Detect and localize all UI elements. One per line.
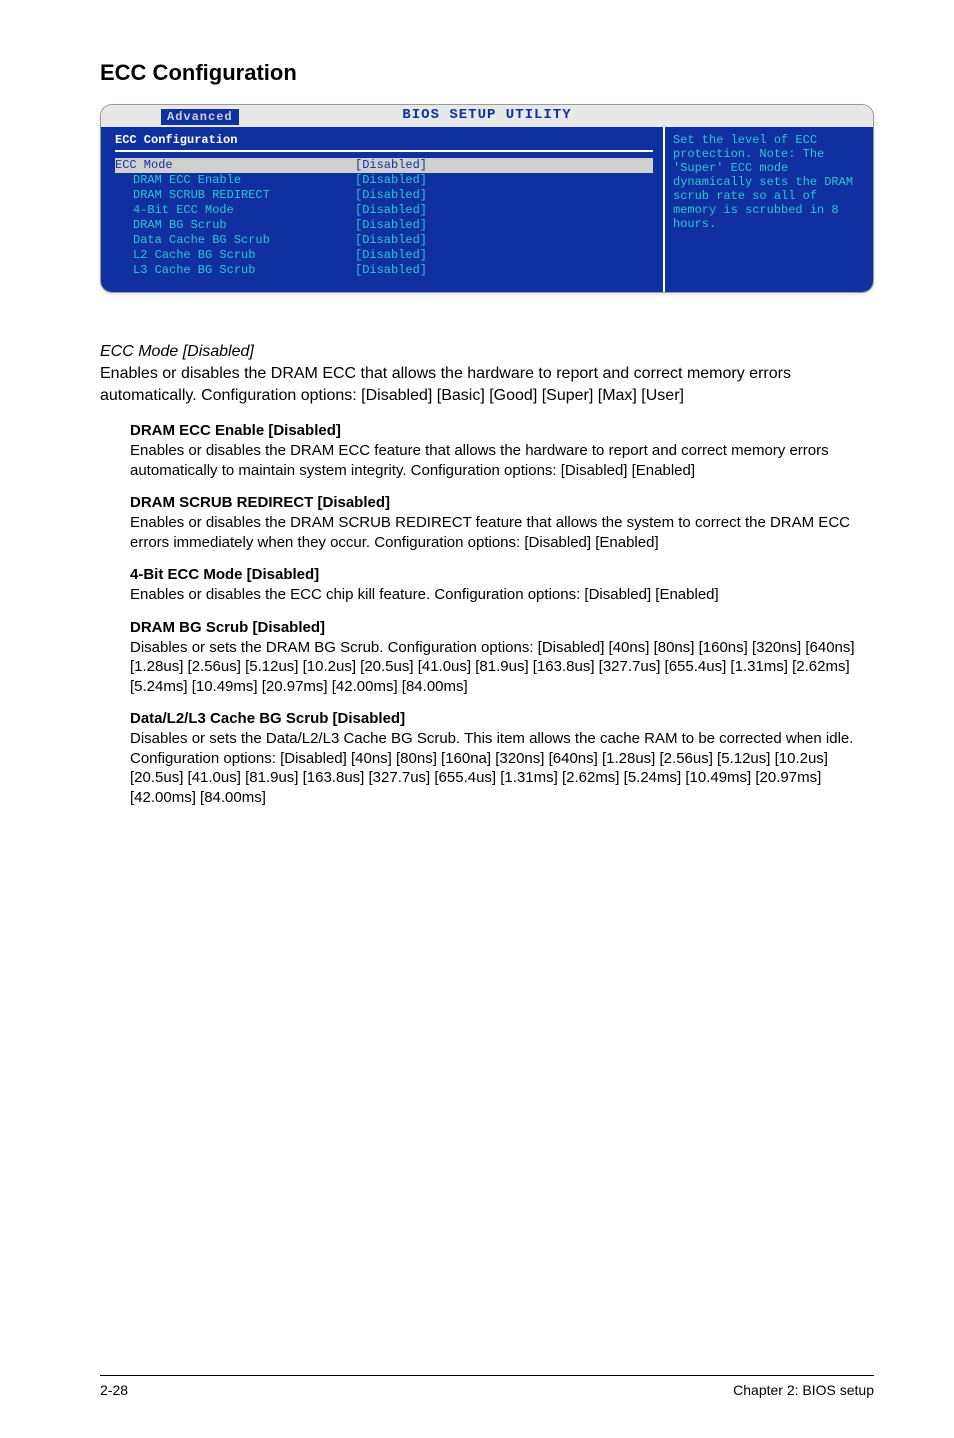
bios-panel: BIOS SETUP UTILITY Advanced ECC Configur…	[100, 104, 874, 293]
bios-key: ECC Mode	[115, 158, 355, 173]
bios-val: [Disabled]	[355, 173, 427, 188]
bios-key: 4-Bit ECC Mode	[133, 203, 355, 218]
bios-row[interactable]: DRAM BG Scrub [Disabled]	[115, 218, 653, 233]
bios-key: DRAM SCRUB REDIRECT	[133, 188, 355, 203]
page-heading: ECC Configuration	[100, 60, 874, 86]
bios-help-panel: Set the level of ECC protection. Note: T…	[663, 127, 873, 292]
bios-key: L3 Cache BG Scrub	[133, 263, 355, 278]
bios-row[interactable]: 4-Bit ECC Mode [Disabled]	[115, 203, 653, 218]
sub-body: Enables or disables the ECC chip kill fe…	[130, 585, 874, 605]
bios-val: [Disabled]	[355, 203, 427, 218]
footer-chapter: Chapter 2: BIOS setup	[733, 1382, 874, 1398]
bios-val: [Disabled]	[355, 188, 427, 203]
sub-body: Enables or disables the DRAM ECC feature…	[130, 441, 874, 480]
page-footer: 2-28 Chapter 2: BIOS setup	[100, 1375, 874, 1398]
sub-title: Data/L2/L3 Cache BG Scrub [Disabled]	[130, 710, 874, 727]
bios-row[interactable]: L3 Cache BG Scrub [Disabled]	[115, 263, 653, 278]
bios-left-panel: ECC Configuration ECC Mode [Disabled] DR…	[101, 127, 663, 292]
sub-body: Disables or sets the DRAM BG Scrub. Conf…	[130, 638, 874, 697]
subsection-data-l2-l3: Data/L2/L3 Cache BG Scrub [Disabled] Dis…	[130, 710, 874, 807]
bios-val: [Disabled]	[355, 158, 427, 173]
bios-val: [Disabled]	[355, 218, 427, 233]
bios-val: [Disabled]	[355, 233, 427, 248]
bios-val: [Disabled]	[355, 248, 427, 263]
bios-key: Data Cache BG Scrub	[133, 233, 355, 248]
content: ECC Mode [Disabled] Enables or disables …	[100, 343, 874, 807]
bios-row[interactable]: Data Cache BG Scrub [Disabled]	[115, 233, 653, 248]
footer-page-number: 2-28	[100, 1382, 128, 1398]
subsection-scrub-redirect: DRAM SCRUB REDIRECT [Disabled] Enables o…	[130, 494, 874, 552]
bios-tab-advanced: Advanced	[161, 109, 239, 125]
section-title-ecc-mode: ECC Mode [Disabled]	[100, 343, 874, 361]
bios-row[interactable]: L2 Cache BG Scrub [Disabled]	[115, 248, 653, 263]
bios-help-text: Set the level of ECC protection. Note: T…	[673, 133, 865, 231]
bios-body: ECC Configuration ECC Mode [Disabled] DR…	[101, 127, 873, 292]
bios-header-title: BIOS SETUP UTILITY	[402, 107, 571, 123]
bios-header: BIOS SETUP UTILITY Advanced	[101, 105, 873, 127]
bios-panel-title: ECC Configuration	[115, 133, 653, 152]
sub-title: 4-Bit ECC Mode [Disabled]	[130, 566, 874, 583]
bios-row-selected[interactable]: ECC Mode [Disabled]	[115, 158, 653, 173]
bios-key: DRAM ECC Enable	[133, 173, 355, 188]
sub-title: DRAM SCRUB REDIRECT [Disabled]	[130, 494, 874, 511]
sub-body: Enables or disables the DRAM SCRUB REDIR…	[130, 513, 874, 552]
bios-key: L2 Cache BG Scrub	[133, 248, 355, 263]
subsection-4bit: 4-Bit ECC Mode [Disabled] Enables or dis…	[130, 566, 874, 605]
bios-row[interactable]: DRAM SCRUB REDIRECT [Disabled]	[115, 188, 653, 203]
bios-key: DRAM BG Scrub	[133, 218, 355, 233]
sub-title: DRAM ECC Enable [Disabled]	[130, 422, 874, 439]
bios-val: [Disabled]	[355, 263, 427, 278]
subsection-dram-ecc: DRAM ECC Enable [Disabled] Enables or di…	[130, 422, 874, 480]
subsection-dram-bg: DRAM BG Scrub [Disabled] Disables or set…	[130, 619, 874, 697]
section-body-ecc-mode: Enables or disables the DRAM ECC that al…	[100, 363, 874, 406]
sub-title: DRAM BG Scrub [Disabled]	[130, 619, 874, 636]
bios-row[interactable]: DRAM ECC Enable [Disabled]	[115, 173, 653, 188]
sub-body: Disables or sets the Data/L2/L3 Cache BG…	[130, 729, 874, 807]
